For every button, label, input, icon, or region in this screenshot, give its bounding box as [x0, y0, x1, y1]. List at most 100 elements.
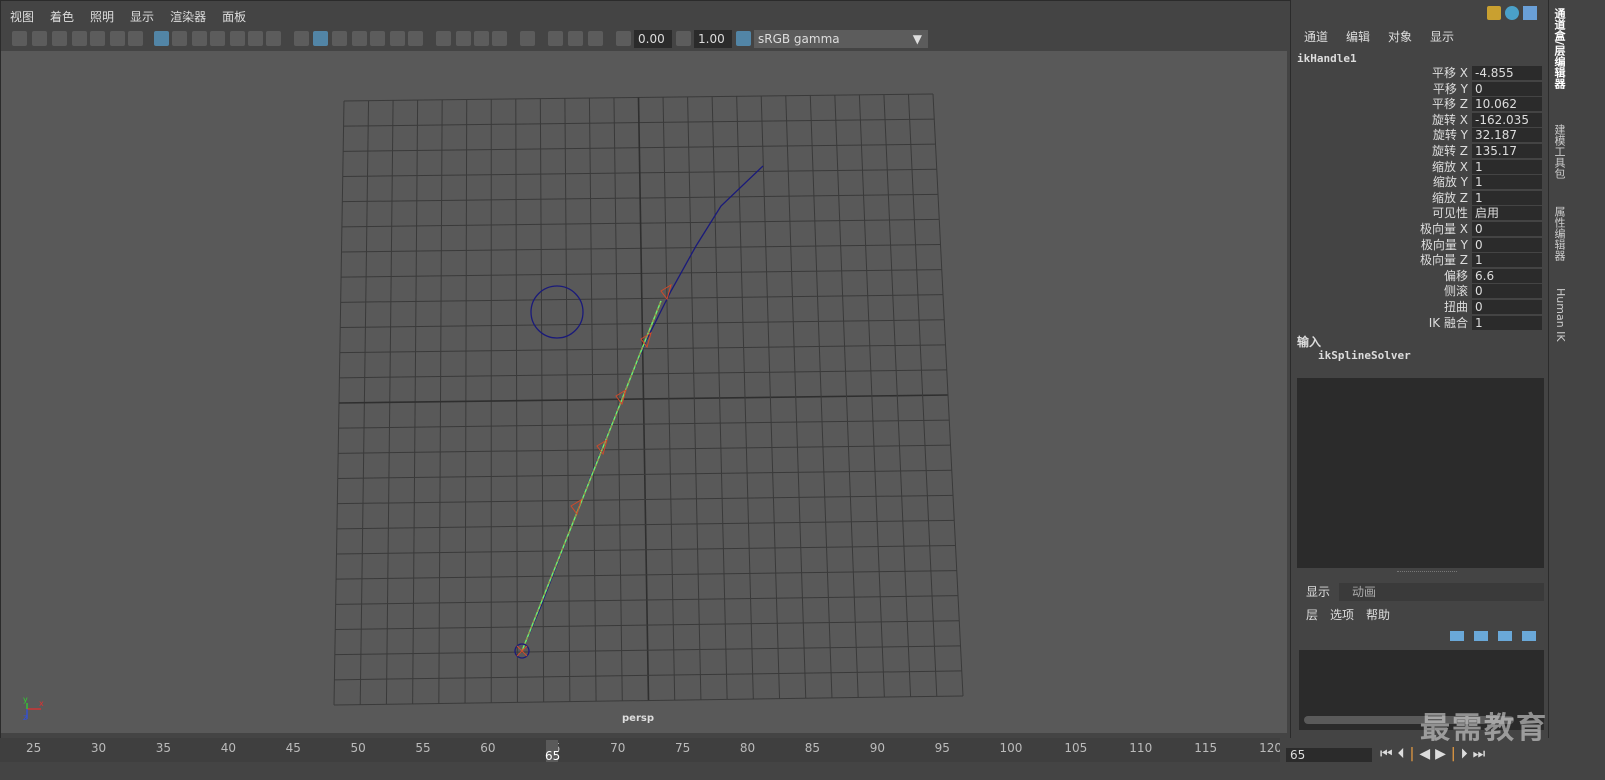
attr-value[interactable]: 启用: [1472, 206, 1542, 221]
spline-curve[interactable]: [521, 165, 764, 652]
motion-blur-icon[interactable]: [456, 31, 471, 46]
prev-key-icon[interactable]: |: [1410, 746, 1420, 762]
bookmark-icon[interactable]: [52, 31, 67, 46]
brush-icon[interactable]: [128, 31, 143, 46]
attr-value[interactable]: 10.062: [1472, 97, 1542, 112]
new-layer-icon[interactable]: [1498, 631, 1512, 641]
lights-icon[interactable]: [390, 31, 405, 46]
step-forward-icon[interactable]: ⏵: [1461, 746, 1473, 762]
menu-help[interactable]: 帮助: [1366, 606, 1390, 623]
film-gate-icon[interactable]: [172, 31, 187, 46]
help-icon[interactable]: [1505, 6, 1519, 20]
xray-joints-icon[interactable]: [588, 31, 603, 46]
xray-icon[interactable]: [548, 31, 563, 46]
go-to-end-icon[interactable]: ⏭: [1473, 746, 1491, 762]
attr-row[interactable]: 极向量 X 0: [1292, 222, 1548, 237]
current-frame-field[interactable]: 65: [1286, 748, 1372, 762]
nurbs-circle[interactable]: [530, 285, 584, 339]
time-slider[interactable]: 25 30 35 40 45 50 55 60 65 70 75 80 85 90 95 100 105 110 1…: [0, 738, 1282, 763]
image-plane-icon[interactable]: [72, 31, 87, 46]
menu-layers[interactable]: 层: [1306, 606, 1318, 623]
attr-row[interactable]: 极向量 Z 1: [1292, 253, 1548, 268]
attr-row[interactable]: 平移 X -4.855: [1292, 66, 1548, 81]
isolate-select-icon[interactable]: [520, 31, 535, 46]
attr-value[interactable]: 0: [1472, 237, 1542, 252]
menu-shading[interactable]: 着色: [42, 6, 82, 28]
side-tab-human-ik[interactable]: Human IK: [1551, 288, 1567, 342]
tab-animation[interactable]: 动画: [1343, 583, 1385, 601]
input-node[interactable]: ikSplineSolver: [1318, 349, 1411, 362]
attr-value[interactable]: 1: [1472, 175, 1542, 190]
menu-view[interactable]: 视图: [2, 6, 42, 28]
camera-select-icon[interactable]: [12, 31, 27, 46]
colorspace-dropdown[interactable]: sRGB gamma ▼: [754, 30, 928, 48]
default-material-icon[interactable]: [332, 31, 347, 46]
attr-value[interactable]: 1: [1472, 159, 1542, 174]
shadows-icon[interactable]: [408, 31, 423, 46]
menu-channels[interactable]: 通道: [1304, 28, 1328, 45]
joint-1[interactable]: [570, 498, 582, 516]
attr-value[interactable]: 0: [1472, 81, 1542, 96]
resolution-gate-icon[interactable]: [192, 31, 207, 46]
wireframe-icon[interactable]: [294, 31, 309, 46]
attr-row[interactable]: 缩放 Y 1: [1292, 175, 1548, 190]
attr-value[interactable]: 0: [1472, 222, 1542, 236]
depth-of-field-icon[interactable]: [492, 31, 507, 46]
attr-value[interactable]: 1: [1472, 315, 1542, 330]
attr-row[interactable]: 侧滚 0: [1292, 284, 1548, 299]
tab-display[interactable]: 显示: [1297, 583, 1339, 601]
2d-pan-icon[interactable]: [90, 31, 105, 46]
viewport-3d-view[interactable]: x y z: [1, 51, 1287, 733]
attr-value[interactable]: 0: [1472, 284, 1542, 299]
safe-action-icon[interactable]: [248, 31, 263, 46]
exposure-field[interactable]: 0.00: [634, 30, 672, 48]
menu-options[interactable]: 选项: [1330, 606, 1354, 623]
attr-row[interactable]: 旋转 Z 135.17: [1292, 144, 1548, 159]
move-layer-down-icon[interactable]: [1474, 631, 1488, 641]
play-backward-icon[interactable]: ◀: [1419, 746, 1435, 762]
pin-icon[interactable]: [1523, 6, 1537, 20]
grease-pencil-icon[interactable]: [110, 31, 125, 46]
move-layer-up-icon[interactable]: [1450, 631, 1464, 641]
attr-row[interactable]: IK 融合 1: [1292, 315, 1548, 331]
attr-value[interactable]: 135.17: [1472, 144, 1542, 158]
menu-panels[interactable]: 面板: [214, 6, 254, 28]
field-chart-icon[interactable]: [230, 31, 245, 46]
panel-splitter[interactable]: [1397, 571, 1457, 575]
wireframe-on-shaded-icon[interactable]: [352, 31, 367, 46]
new-layer-selected-icon[interactable]: [1522, 631, 1536, 641]
attr-value[interactable]: 32.187: [1472, 128, 1542, 143]
attr-row[interactable]: 平移 Y 0: [1292, 81, 1548, 97]
smooth-shade-icon[interactable]: [313, 31, 328, 46]
joint-5[interactable]: [660, 283, 672, 301]
attr-row[interactable]: 扭曲 0: [1292, 300, 1548, 315]
menu-lighting[interactable]: 照明: [82, 6, 122, 28]
side-tab-channel-box[interactable]: 通道盒/层编辑器: [1551, 8, 1567, 89]
attr-row[interactable]: 极向量 Y 0: [1292, 237, 1548, 253]
side-tab-attribute-editor[interactable]: 属性编辑器: [1551, 206, 1567, 261]
step-back-icon[interactable]: ⏴: [1398, 746, 1410, 762]
exposure-icon[interactable]: [616, 31, 631, 46]
side-tab-modeling-toolkit[interactable]: 建模工具包: [1551, 124, 1567, 179]
camera-attributes-icon[interactable]: [32, 31, 47, 46]
attr-row[interactable]: 旋转 X -162.035: [1292, 112, 1548, 128]
xray-active-icon[interactable]: [568, 31, 583, 46]
attribute-icon[interactable]: [1487, 6, 1501, 20]
gate-mask-icon[interactable]: [210, 31, 225, 46]
gamma-field[interactable]: 1.00: [694, 30, 732, 48]
textured-icon[interactable]: [370, 31, 385, 46]
go-to-start-icon[interactable]: ⏮: [1380, 746, 1398, 762]
attr-value[interactable]: -4.855: [1472, 66, 1542, 80]
attr-value[interactable]: 1: [1472, 253, 1542, 268]
attr-row[interactable]: 缩放 Z 1: [1292, 190, 1548, 206]
attr-row[interactable]: 可见性 启用: [1292, 206, 1548, 221]
next-key-icon[interactable]: |: [1451, 746, 1461, 762]
menu-object[interactable]: 对象: [1388, 28, 1412, 45]
menu-show[interactable]: 显示: [122, 6, 162, 28]
attr-value[interactable]: 1: [1472, 190, 1542, 205]
play-forward-icon[interactable]: ▶: [1435, 746, 1451, 762]
menu-display[interactable]: 显示: [1430, 28, 1454, 45]
ambient-occlusion-icon[interactable]: [436, 31, 451, 46]
attr-value[interactable]: 0: [1472, 300, 1542, 314]
attr-row[interactable]: 平移 Z 10.062: [1292, 97, 1548, 112]
